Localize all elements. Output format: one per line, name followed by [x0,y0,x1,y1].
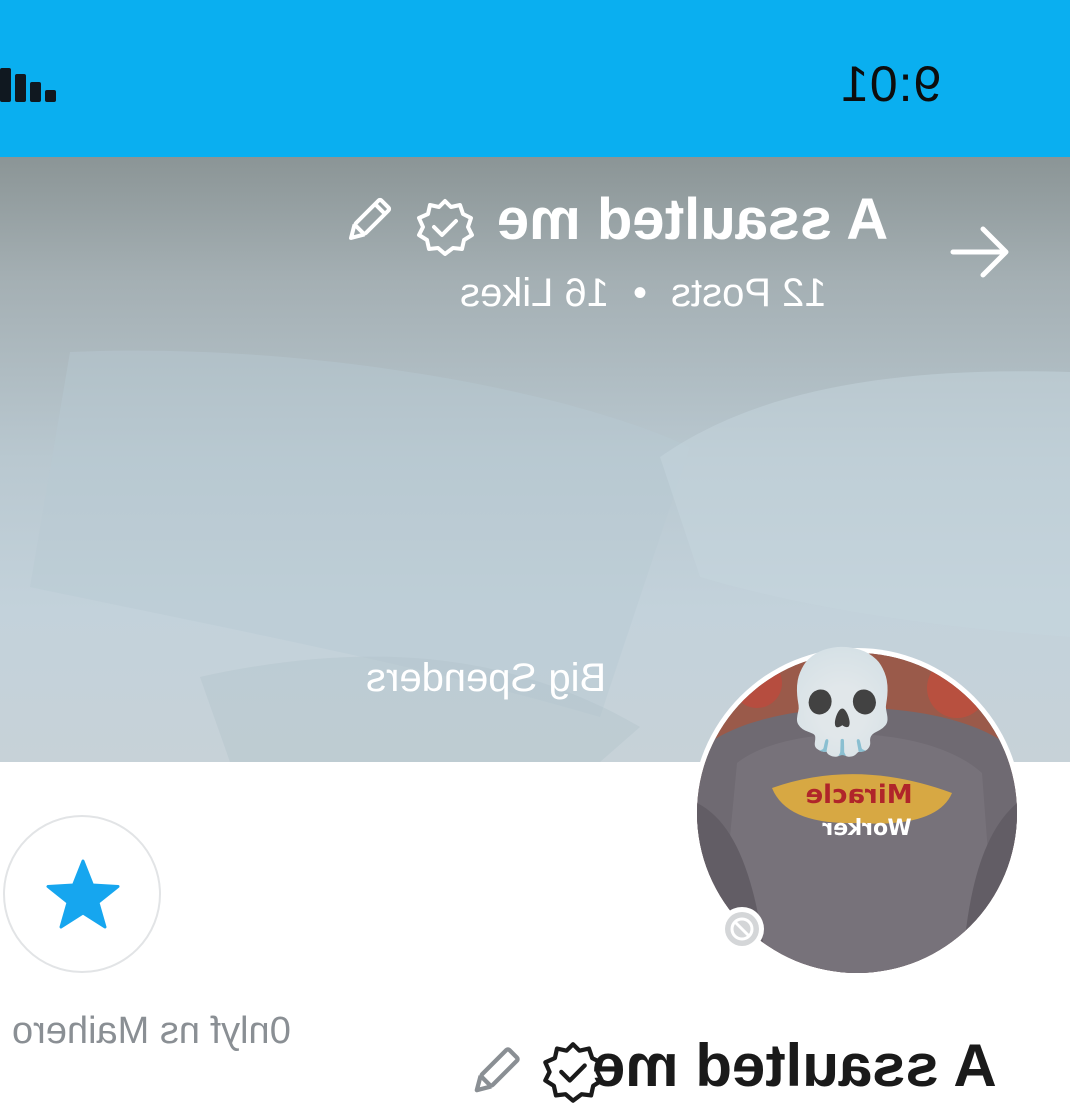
cover-subtitle: Big Spenders [366,656,607,700]
likes-count: 16 Likes [460,271,609,315]
profile-handle: 0nlyf ns Maihero [12,1010,291,1052]
posts-count: 12 Posts [671,271,827,315]
star-icon [46,859,120,929]
status-bar: 9:01 [0,0,1070,157]
status-time: 9:01 [840,56,942,112]
avatar-shirt-text-1: Miracle [805,780,912,810]
header-title: A ssaulted me [496,187,888,252]
blocked-icon [720,907,764,951]
favorite-button[interactable] [3,815,161,973]
pencil-icon[interactable] [340,193,396,249]
verified-badge-icon [417,199,474,256]
pencil-icon[interactable] [465,1042,525,1102]
verified-badge-icon [543,1042,604,1103]
signal-bars-icon [0,62,60,102]
profile-display-name: A ssaulted me [592,1032,997,1099]
stats-separator: • [632,271,647,315]
header-stats: 12 Posts • 16 Likes [460,267,827,319]
skull-emoji: 💀 [780,646,905,758]
avatar-shirt-text-2: Worker [822,816,911,841]
arrow-icon[interactable] [945,217,1015,287]
